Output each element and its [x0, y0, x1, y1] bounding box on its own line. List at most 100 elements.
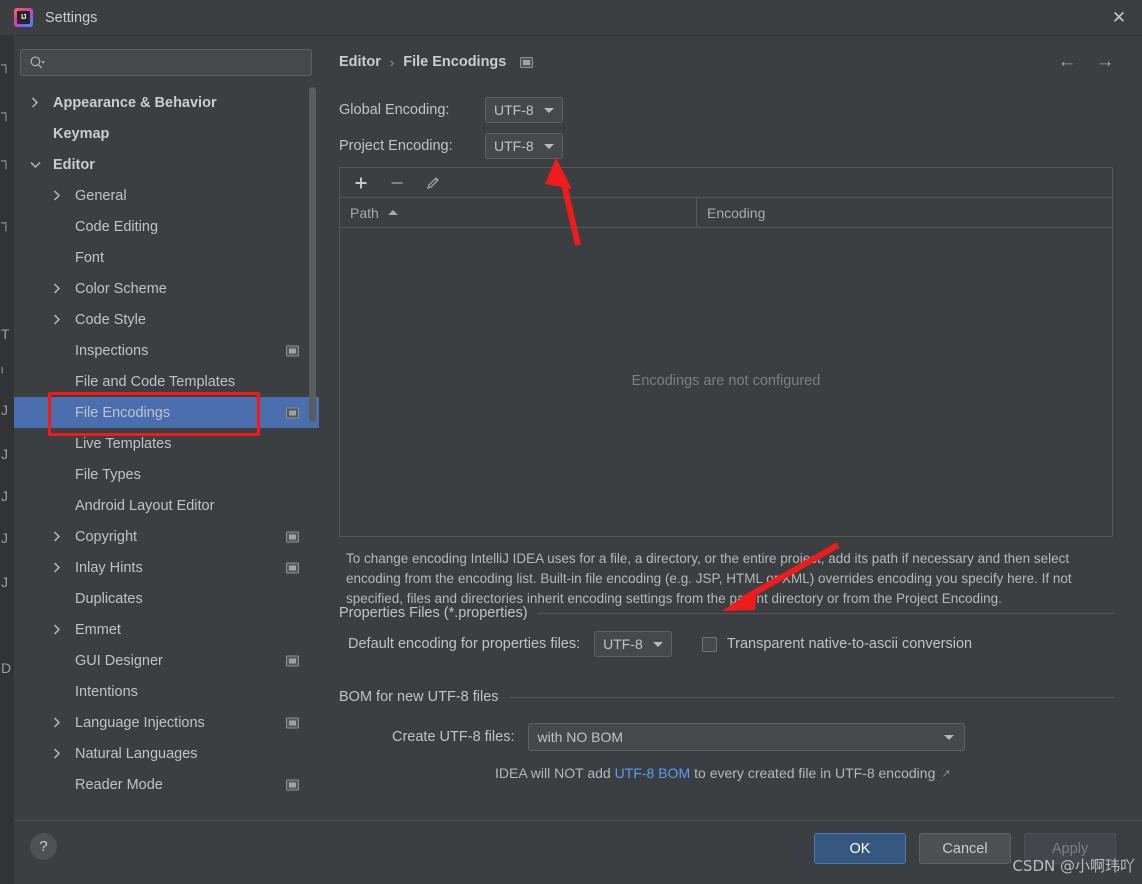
add-icon[interactable]: [350, 172, 372, 194]
help-button[interactable]: ?: [30, 833, 57, 860]
sidebar-item-general[interactable]: General: [14, 180, 319, 211]
sidebar-item-label: Intentions: [75, 683, 138, 700]
transparent-native-to-ascii-checkbox[interactable]: Transparent native-to-ascii conversion: [701, 636, 972, 652]
sidebar-item-label: Android Layout Editor: [75, 497, 215, 514]
chevron-right-icon[interactable]: [50, 313, 64, 327]
chevron-right-icon[interactable]: [50, 623, 64, 637]
sidebar-item-natural-languages[interactable]: Natural Languages: [14, 738, 319, 769]
sidebar-item-color-scheme[interactable]: Color Scheme: [14, 273, 319, 304]
external-link-icon: ↗: [941, 767, 951, 780]
sidebar-item-editor[interactable]: Editor: [14, 149, 319, 180]
sidebar-item-font[interactable]: Font: [14, 242, 319, 273]
chevron-placeholder: [50, 406, 64, 420]
sidebar-item-inlay-hints[interactable]: Inlay Hints: [14, 552, 319, 583]
sidebar-item-file-encodings[interactable]: File Encodings: [14, 397, 319, 428]
properties-default-encoding-combo[interactable]: UTF-8: [594, 631, 672, 657]
bom-group-title: BOM for new UTF-8 files: [339, 689, 499, 705]
title-bar: IJ Settings ✕: [0, 0, 1142, 36]
sidebar-item-label: Duplicates: [75, 590, 143, 607]
sidebar-item-label: Natural Languages: [75, 745, 198, 762]
sidebar-item-file-and-code-templates[interactable]: File and Code Templates: [14, 366, 319, 397]
settings-tree[interactable]: Appearance & Behavior Keymap Editor General…: [14, 87, 319, 820]
sidebar-item-label: Color Scheme: [75, 280, 167, 297]
sidebar-item-inspections[interactable]: Inspections: [14, 335, 319, 366]
settings-dialog: ┐ ┐ ┐ ┐ T ᴵ J J J J J D IJ Settings ✕ Ap…: [0, 0, 1142, 884]
sidebar-scrollbar[interactable]: [309, 87, 318, 820]
column-header-path-label: Path: [350, 204, 379, 221]
project-scope-badge-icon: [520, 56, 534, 68]
chevron-right-icon[interactable]: [50, 747, 64, 761]
checkbox-box[interactable]: [701, 636, 717, 652]
sidebar-item-label: Code Style: [75, 311, 146, 328]
edit-pencil-icon[interactable]: [422, 172, 444, 194]
chevron-right-icon[interactable]: [50, 561, 64, 575]
chevron-down-icon[interactable]: [28, 158, 42, 172]
ok-button[interactable]: OK: [814, 833, 906, 864]
chevron-down-icon: [652, 641, 663, 647]
cancel-button[interactable]: Cancel: [919, 833, 1011, 864]
sidebar-item-android-layout-editor[interactable]: Android Layout Editor: [14, 490, 319, 521]
sidebar-item-label: Inlay Hints: [75, 559, 143, 576]
bom-hint-suffix: to every created file in UTF-8 encoding: [694, 765, 936, 781]
utf8-bom-link[interactable]: UTF-8 BOM: [615, 765, 690, 781]
chevron-down-icon: [543, 143, 554, 149]
project-scope-badge-icon: [286, 717, 299, 728]
chevron-placeholder: [50, 685, 64, 699]
breadcrumb-parent[interactable]: Editor: [339, 54, 381, 70]
back-arrow-icon[interactable]: ←: [1056, 51, 1078, 73]
sort-ascending-icon: [387, 210, 398, 215]
search-input[interactable]: [20, 49, 312, 76]
sidebar-item-live-templates[interactable]: Live Templates: [14, 428, 319, 459]
encodings-table-body: Encodings are not configured: [340, 228, 1112, 534]
sidebar-item-file-types[interactable]: File Types: [14, 459, 319, 490]
global-encoding-combo[interactable]: UTF-8: [485, 97, 563, 123]
properties-files-group-header: Properties Files (*.properties): [339, 605, 1115, 621]
chevron-right-icon[interactable]: [50, 189, 64, 203]
bg-glyph: J: [1, 402, 8, 418]
chevron-down-icon: [944, 734, 955, 740]
sidebar-item-label: Code Editing: [75, 218, 159, 235]
global-encoding-row: Global Encoding: UTF-8: [339, 97, 563, 123]
column-header-encoding[interactable]: Encoding: [697, 198, 1112, 227]
sidebar-item-label: Live Templates: [75, 435, 172, 452]
bg-glyph: ┐: [1, 152, 11, 168]
create-utf8-files-combo[interactable]: with NO BOM: [528, 723, 966, 751]
remove-icon[interactable]: [386, 172, 408, 194]
sidebar-item-label: Inspections: [75, 342, 149, 359]
search-icon: [30, 55, 45, 68]
sidebar-item-label: File Types: [75, 466, 141, 483]
forward-arrow-icon[interactable]: →: [1094, 51, 1116, 73]
project-scope-badge-icon: [286, 407, 299, 418]
project-scope-badge-icon: [286, 655, 299, 666]
search-input-wrap[interactable]: [20, 49, 312, 76]
chevron-right-icon[interactable]: [28, 96, 42, 110]
sidebar-item-intentions[interactable]: Intentions: [14, 676, 319, 707]
sidebar-item-keymap[interactable]: Keymap: [14, 118, 319, 149]
sidebar-item-code-editing[interactable]: Code Editing: [14, 211, 319, 242]
chevron-right-icon[interactable]: [50, 530, 64, 544]
chevron-right-icon[interactable]: [50, 716, 64, 730]
bom-hint-line: IDEA will NOT add UTF-8 BOM to every cre…: [495, 765, 951, 781]
chevron-right-icon[interactable]: [50, 282, 64, 296]
sidebar-item-label: Language Injections: [75, 714, 205, 731]
sidebar-item-language-injections[interactable]: Language Injections: [14, 707, 319, 738]
sidebar-item-gui-designer[interactable]: GUI Designer: [14, 645, 319, 676]
sidebar-item-reader-mode[interactable]: Reader Mode: [14, 769, 319, 800]
content-panel: Editor › File Encodings ← → Global Encod…: [320, 37, 1142, 820]
create-utf8-files-row: Create UTF-8 files: with NO BOM: [392, 723, 966, 751]
sidebar-item-code-style[interactable]: Code Style: [14, 304, 319, 335]
chevron-placeholder: [50, 220, 64, 234]
close-icon[interactable]: ✕: [1096, 0, 1142, 36]
column-header-path[interactable]: Path: [340, 198, 697, 227]
sidebar-item-copyright[interactable]: Copyright: [14, 521, 319, 552]
properties-default-encoding-value: UTF-8: [603, 636, 643, 652]
bg-glyph: ᴵ: [1, 364, 4, 380]
breadcrumb-separator: ›: [389, 54, 395, 70]
project-encoding-combo[interactable]: UTF-8: [485, 133, 563, 159]
sidebar-item-duplicates[interactable]: Duplicates: [14, 583, 319, 614]
sidebar-item-emmet[interactable]: Emmet: [14, 614, 319, 645]
chevron-placeholder: [50, 778, 64, 792]
global-encoding-label: Global Encoding:: [339, 102, 450, 118]
sidebar-item-label: File Encodings: [75, 404, 171, 421]
sidebar-item-appearance-behavior[interactable]: Appearance & Behavior: [14, 87, 319, 118]
